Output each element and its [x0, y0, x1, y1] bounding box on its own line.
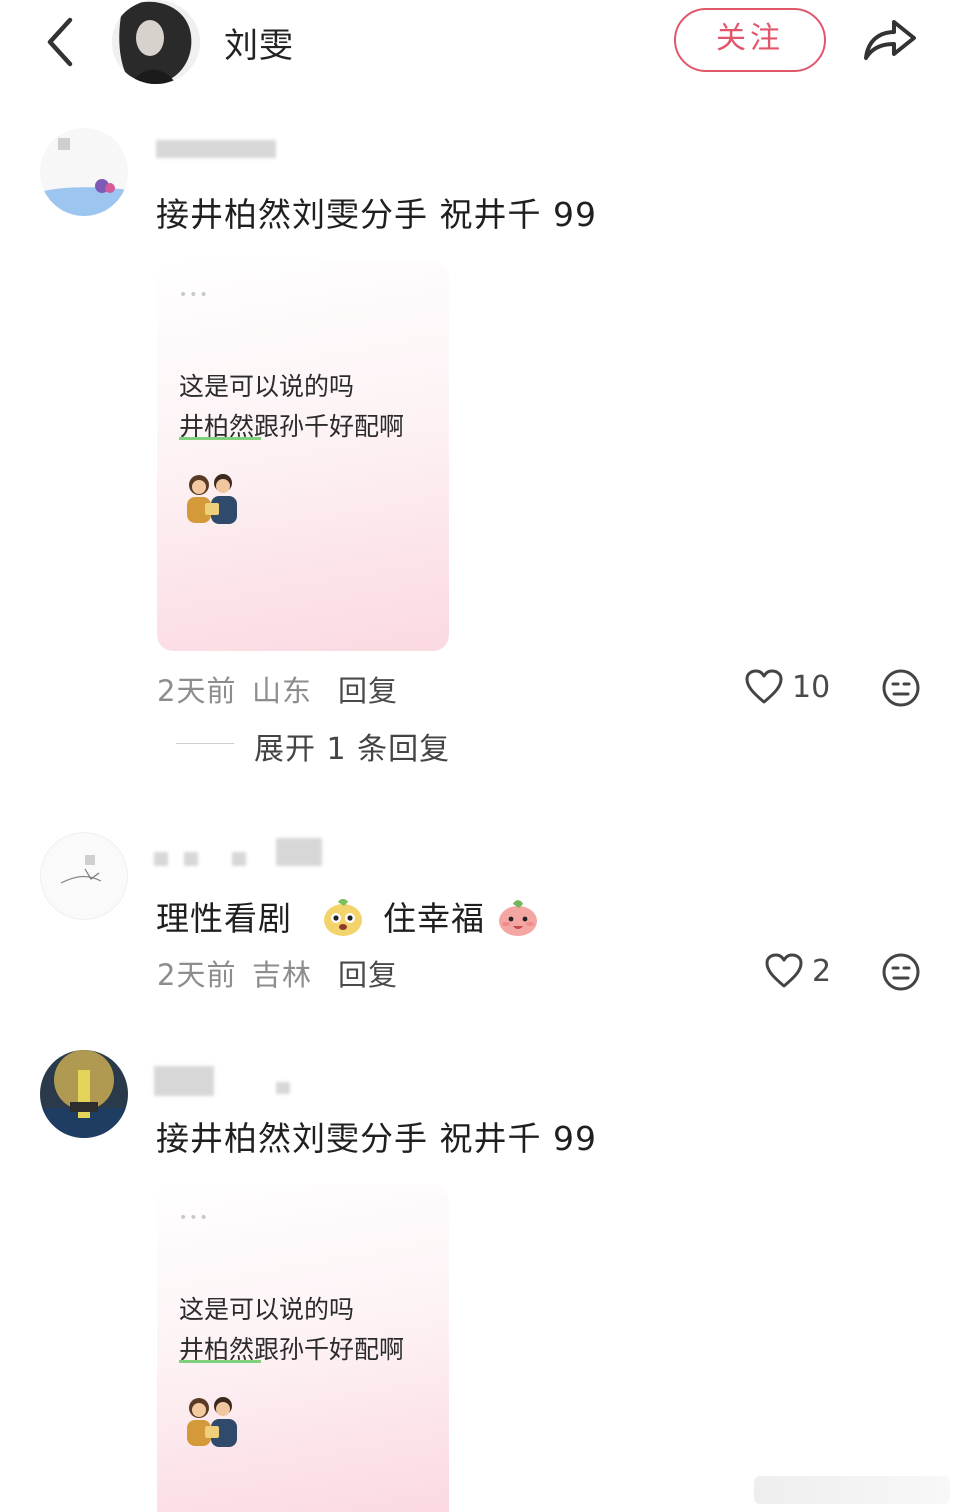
image-text-line1: 这是可以说的吗: [179, 372, 355, 401]
comment-time: 2天前: [157, 674, 237, 708]
meh-face-icon[interactable]: [881, 952, 921, 992]
watermark-bar: [754, 1476, 950, 1504]
reply-button[interactable]: 回复: [338, 952, 398, 994]
comment-text: 理性看剧 住幸福: [156, 892, 539, 940]
couple-emoji-icon: [181, 469, 243, 527]
text-highlight: [179, 437, 261, 440]
comment-username-blurred: [154, 838, 324, 870]
heart-outline-icon: [765, 953, 803, 988]
expand-replies-button[interactable]: 展开 1 条回复: [254, 724, 450, 768]
card-dots: •••: [179, 1210, 210, 1226]
comment-time: 2天前: [157, 958, 237, 992]
face-emoji-icon: [322, 896, 364, 938]
comment-username-blurred: [154, 1066, 304, 1098]
reply-button[interactable]: 回复: [338, 668, 398, 710]
text-highlight: [179, 1360, 261, 1363]
header-username: 刘雯: [224, 26, 294, 66]
comment-text: 接井柏然刘雯分手 祝井千 99: [156, 1119, 597, 1158]
like-count: 10: [792, 669, 831, 705]
expand-divider: [176, 743, 234, 744]
like-button[interactable]: 2: [764, 951, 831, 991]
back-chevron-icon[interactable]: [40, 14, 80, 70]
comment-avatar[interactable]: [40, 1050, 128, 1138]
couple-emoji-icon: [181, 1392, 243, 1450]
comment-avatar[interactable]: [40, 832, 128, 920]
comment-location: 山东: [252, 674, 313, 708]
comment-image[interactable]: ••• 这是可以说的吗 井柏然跟孙千好配啊: [157, 261, 449, 651]
comment-text-part1: 理性看剧: [156, 899, 292, 938]
comment-username-blurred: [156, 140, 286, 162]
follow-button[interactable]: 关注: [674, 8, 826, 72]
card-dots: •••: [179, 287, 210, 303]
meh-face-icon[interactable]: [881, 668, 921, 708]
header-avatar[interactable]: [112, 0, 200, 84]
comment-text: 接井柏然刘雯分手 祝井千 99: [156, 195, 597, 234]
share-arrow-icon[interactable]: [860, 14, 918, 66]
heart-outline-icon: [745, 669, 783, 704]
like-button[interactable]: 10: [744, 667, 830, 707]
comment-avatar[interactable]: [40, 128, 128, 216]
comment-text-part2: 住幸福: [383, 899, 485, 938]
comment-image[interactable]: ••• 这是可以说的吗 井柏然跟孙千好配啊: [157, 1184, 449, 1512]
peach-emoji-icon: [497, 896, 539, 938]
comment-location: 吉林: [252, 958, 313, 992]
image-text-line1: 这是可以说的吗: [179, 1295, 355, 1324]
like-count: 2: [812, 953, 832, 989]
